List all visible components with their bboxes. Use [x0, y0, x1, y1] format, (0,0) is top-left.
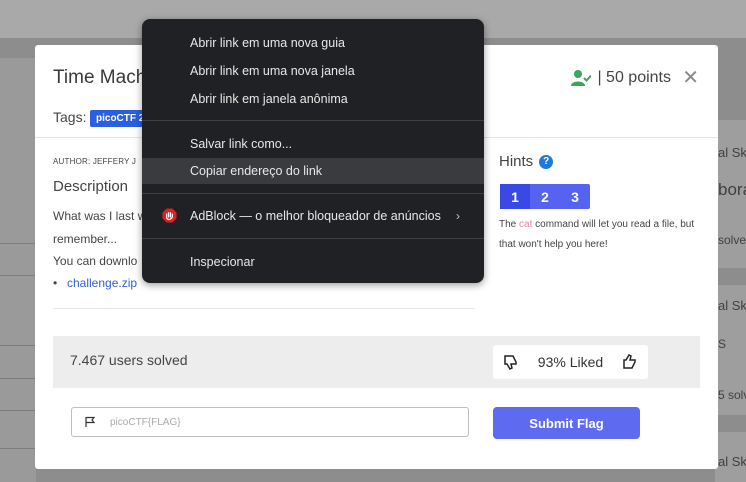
menu-item-save-link[interactable]: Salvar link como...	[142, 131, 484, 157]
background-text: al Ski	[718, 454, 746, 469]
menu-item-open-new-window[interactable]: Abrir link em uma nova janela	[142, 58, 484, 84]
menu-item-copy-link[interactable]: Copiar endereço do link	[142, 158, 484, 184]
background-text: 5 solve	[718, 388, 746, 402]
flag-input[interactable]	[108, 415, 412, 429]
help-icon[interactable]: ?	[539, 154, 554, 169]
stats-bar: 7.467 users solved 93% Liked	[53, 336, 700, 388]
author-label: AUTHOR: JEFFERY J	[53, 157, 137, 166]
user-check-icon	[571, 70, 592, 86]
background-text: S	[718, 337, 727, 351]
menu-separator	[142, 193, 484, 194]
points-display: | 50 points	[571, 69, 671, 87]
solved-count: 7.467 users solved	[70, 352, 188, 368]
hint-text-before: The	[499, 219, 520, 230]
challenge-title: Time Mach	[53, 67, 147, 88]
adblock-icon	[162, 208, 177, 223]
thumbs-down-icon[interactable]	[503, 354, 519, 370]
menu-item-adblock[interactable]: AdBlock — o melhor bloqueador de anúncio…	[142, 203, 484, 229]
points-label: | 50 points	[597, 69, 671, 86]
background-divider	[0, 448, 36, 449]
description-line: What was I last w	[53, 209, 147, 223]
description-heading: Description	[53, 178, 129, 195]
tags-label: Tags:	[53, 109, 87, 125]
background-text: al Ski	[718, 145, 746, 160]
hint-button-2[interactable]: 2	[530, 184, 560, 209]
menu-separator	[142, 120, 484, 121]
chevron-right-icon: ›	[456, 209, 460, 223]
menu-item-inspect[interactable]: Inspecionar	[142, 249, 484, 275]
thumbs-up-icon[interactable]	[622, 354, 638, 370]
background-left-panel	[0, 58, 36, 482]
menu-separator	[142, 238, 484, 239]
description-line: remember...	[53, 232, 118, 246]
background-divider	[0, 275, 36, 276]
liked-percentage: 93% Liked	[537, 354, 604, 370]
hint-selector: 1 2 3	[500, 184, 590, 209]
context-menu: Abrir link em uma nova guia Abrir link e…	[142, 19, 484, 283]
flag-icon	[85, 416, 96, 427]
attachment-link[interactable]: challenge.zip	[53, 276, 137, 290]
background-divider	[0, 410, 36, 411]
hint-command: cat	[519, 219, 533, 230]
menu-item-adblock-label: AdBlock — o melhor bloqueador de anúncio…	[190, 209, 441, 223]
background-text: bora	[718, 180, 746, 199]
description-line: You can downlo	[53, 254, 138, 268]
menu-item-open-new-tab[interactable]: Abrir link em uma nova guia	[142, 30, 484, 56]
hints-label: Hints	[499, 153, 534, 170]
hint-text: The cat command will let you read a file…	[499, 215, 699, 255]
hint-button-3[interactable]: 3	[560, 184, 590, 209]
background-divider	[0, 345, 36, 346]
background-text: solve	[718, 233, 746, 247]
submit-flag-button[interactable]: Submit Flag	[493, 407, 640, 439]
flag-field	[71, 407, 469, 437]
background-divider	[0, 378, 36, 379]
hints-heading: Hints ?	[499, 153, 554, 170]
menu-item-open-incognito[interactable]: Abrir link em janela anônima	[142, 86, 484, 112]
hint-button-1[interactable]: 1	[500, 184, 530, 209]
close-icon[interactable]: ✕	[682, 65, 699, 90]
like-widget: 93% Liked	[493, 345, 648, 379]
description-divider	[53, 308, 475, 309]
background-divider	[0, 243, 36, 244]
background-text: al Ski	[718, 298, 746, 313]
